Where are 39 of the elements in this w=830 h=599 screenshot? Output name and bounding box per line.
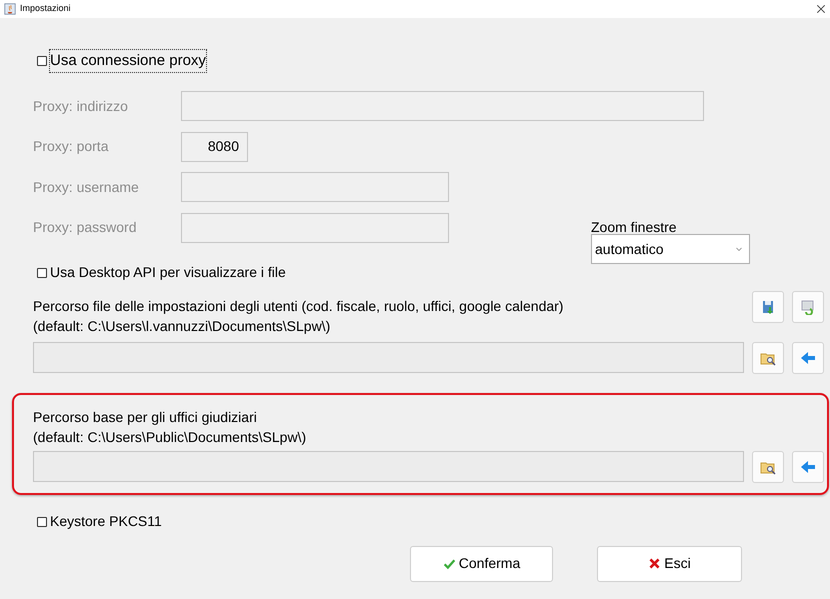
icon-button[interactable] (752, 290, 784, 322)
path-title: Percorso base per gli uffici giudiziari (33, 408, 258, 426)
check-icon (442, 557, 456, 570)
input-field[interactable] (181, 212, 449, 242)
import-icon (800, 298, 816, 314)
checkbox[interactable] (37, 516, 47, 526)
input-field[interactable] (181, 91, 704, 121)
save-icon (760, 298, 776, 314)
left-arrow-icon (800, 350, 816, 366)
exit-button[interactable]: Esci (597, 546, 742, 582)
path-default: (default: C:\Users\Public\Documents\SLpw\) (33, 428, 306, 446)
path-field[interactable] (33, 342, 744, 372)
dropdown[interactable]: automatico (591, 234, 750, 264)
confirm-button[interactable]: Conferma (410, 546, 553, 582)
icon-button[interactable] (752, 342, 784, 374)
input-field[interactable] (181, 172, 449, 202)
icon-button[interactable] (792, 290, 824, 322)
field-label: Proxy: username (33, 178, 140, 197)
checkbox[interactable] (37, 268, 47, 278)
path-title: Percorso file delle impostazioni degli utenti (cod. fiscale, ruolo, uffici, google calendar) (33, 296, 564, 316)
field-label: Zoom finestre (591, 218, 678, 234)
icon-button[interactable] (792, 342, 824, 374)
field-label: Proxy: password (33, 218, 138, 237)
app-icon (4, 3, 16, 15)
x-icon (648, 557, 662, 570)
left-arrow-icon (800, 458, 816, 474)
checkbox-label[interactable]: Keystore PKCS11 (50, 511, 162, 532)
chevron-down-icon (735, 245, 743, 253)
path-field[interactable] (33, 450, 744, 482)
checkbox-label[interactable]: Usa connessione proxy (50, 50, 206, 72)
path-default: (default: C:\Users\l.vannuzzi\Documents\SLpw\) (33, 316, 332, 336)
icon-button[interactable] (752, 450, 784, 482)
field-label: Proxy: indirizzo (33, 96, 129, 116)
checkbox-label[interactable]: Usa Desktop API per visualizzare i file (50, 262, 286, 283)
window-title: Impostazioni (20, 2, 71, 16)
close-icon[interactable] (816, 4, 826, 14)
icon-button[interactable] (792, 450, 824, 482)
checkbox[interactable] (37, 56, 47, 66)
field-label: Proxy: porta (33, 137, 110, 156)
